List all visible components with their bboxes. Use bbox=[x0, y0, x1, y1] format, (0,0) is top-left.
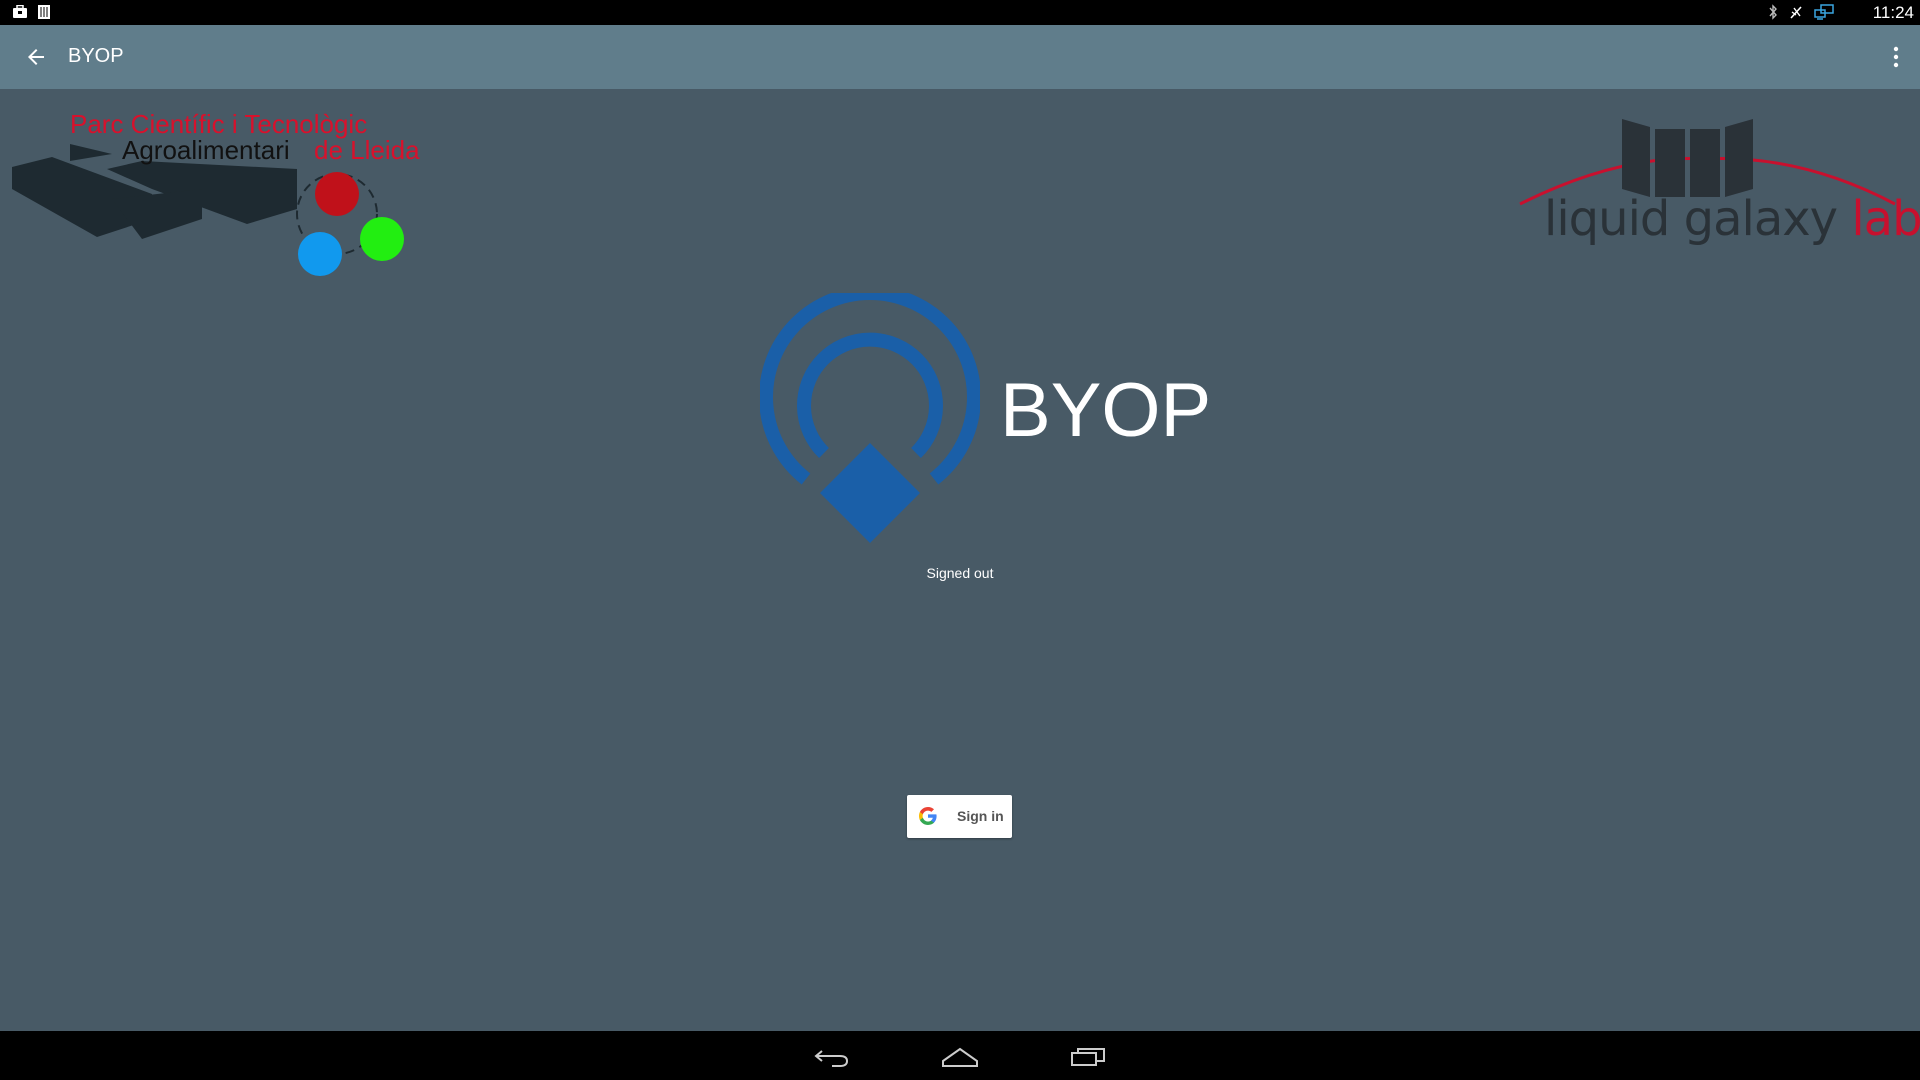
pct-logo: Parc Científic i Tecnològic Agroalimenta… bbox=[12, 109, 442, 279]
google-icon bbox=[919, 807, 937, 825]
liquid-galaxy-word: liquid galaxy bbox=[1544, 191, 1838, 247]
app-bar-title: BYOP bbox=[68, 45, 124, 67]
app-bar: BYOP bbox=[0, 25, 1920, 89]
sim-card-icon bbox=[38, 5, 50, 19]
home-nav-icon[interactable] bbox=[940, 1041, 980, 1071]
liquid-galaxy-logo: liquid galaxy lab bbox=[1510, 119, 1920, 259]
briefcase-icon bbox=[13, 5, 27, 18]
app-name: BYOP bbox=[1000, 368, 1212, 453]
status-left-icons bbox=[12, 5, 50, 19]
pct-logo-line2a: Agroalimentari bbox=[122, 135, 290, 165]
sign-in-label: Sign in bbox=[957, 808, 1004, 824]
back-nav-icon[interactable] bbox=[812, 1041, 852, 1071]
status-clock: 11:24 bbox=[1872, 3, 1914, 22]
status-bar: 11:24 bbox=[0, 0, 1920, 25]
google-sign-in-button[interactable]: Sign in bbox=[907, 795, 1012, 838]
screen: 11:24 BYOP Parc Científic i Tecnològic A… bbox=[0, 0, 1920, 1080]
bluetooth-icon bbox=[1769, 4, 1777, 20]
pct-logo-line2b: de Lleida bbox=[314, 135, 420, 165]
more-vert-icon[interactable] bbox=[1892, 43, 1900, 71]
liquid-galaxy-lab-word: lab bbox=[1851, 191, 1920, 247]
navigation-bar bbox=[0, 1031, 1920, 1080]
screen-cast-icon bbox=[1814, 4, 1834, 20]
sign-in-status: Signed out bbox=[926, 565, 994, 581]
liquid-galaxy-logo-text: liquid galaxy lab bbox=[1544, 191, 1920, 247]
no-signal-icon bbox=[1790, 6, 1802, 19]
arrow-back-icon[interactable] bbox=[24, 45, 48, 69]
main-content: Parc Científic i Tecnològic Agroalimenta… bbox=[0, 89, 1920, 1031]
status-right-icons bbox=[1768, 4, 1834, 20]
recents-nav-icon[interactable] bbox=[1068, 1041, 1108, 1071]
byop-logo-icon bbox=[760, 293, 980, 543]
